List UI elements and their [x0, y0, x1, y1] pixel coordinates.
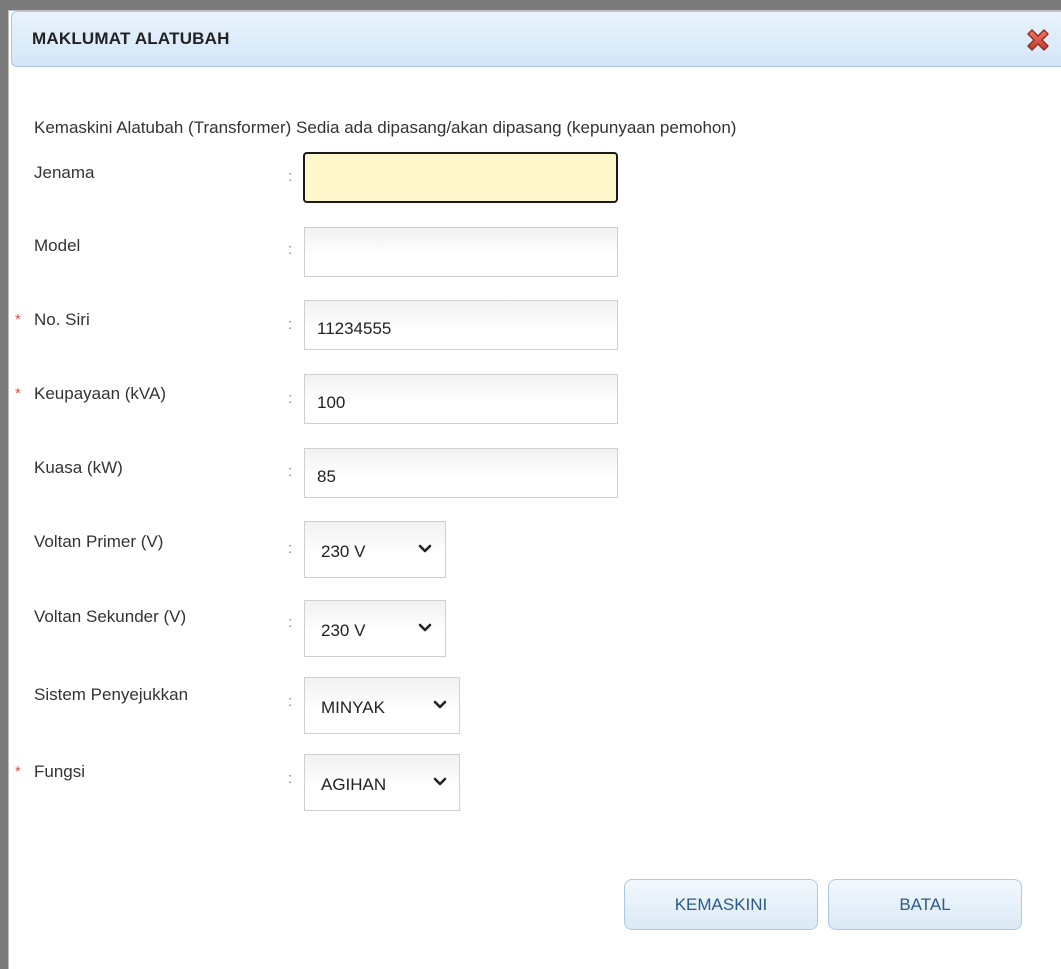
chevron-down-icon: [418, 544, 432, 553]
colon: :: [288, 693, 293, 710]
colon: :: [288, 316, 293, 333]
chevron-down-icon: [418, 623, 432, 632]
chevron-down-icon: [433, 700, 447, 709]
intro-text: Kemaskini Alatubah (Transformer) Sedia a…: [34, 118, 737, 137]
required-marker: *: [15, 311, 21, 328]
batal-button[interactable]: BATAL: [828, 879, 1022, 930]
colon: :: [288, 390, 293, 407]
colon: :: [288, 168, 293, 185]
select-value: AGIHAN: [321, 775, 387, 794]
required-marker: *: [15, 763, 21, 780]
voltan-primer-select[interactable]: 230 V: [304, 521, 446, 578]
colon: :: [288, 540, 293, 557]
colon: :: [288, 770, 293, 787]
select-value: MINYAK: [321, 698, 385, 717]
keupayaan-input[interactable]: [304, 374, 618, 424]
label-model: Model: [34, 236, 81, 255]
label-no-siri: No. Siri: [34, 310, 90, 329]
close-x-icon[interactable]: [1023, 25, 1053, 55]
colon: :: [288, 463, 293, 480]
label-fungsi: Fungsi: [34, 762, 86, 781]
label-jenama: Jenama: [34, 163, 95, 182]
kuasa-input[interactable]: [304, 448, 618, 498]
fungsi-select[interactable]: AGIHAN: [304, 754, 460, 811]
label-kuasa: Kuasa (kW): [34, 458, 123, 477]
label-voltan-sekunder: Voltan Sekunder (V): [34, 607, 187, 626]
select-value: 230 V: [321, 621, 366, 640]
chevron-down-icon: [433, 777, 447, 786]
jenama-input[interactable]: [303, 152, 618, 203]
label-sistem-penyejukkan: Sistem Penyejukkan: [34, 685, 189, 704]
label-keupayaan: Keupayaan (kVA): [34, 384, 166, 403]
select-value: 230 V: [321, 542, 366, 561]
sistem-penyejukkan-select[interactable]: MINYAK: [304, 677, 460, 734]
colon: :: [288, 241, 293, 258]
colon: :: [288, 614, 293, 631]
label-voltan-primer: Voltan Primer (V): [34, 532, 164, 551]
dialog-title: MAKLUMAT ALATUBAH: [32, 29, 230, 48]
no-siri-input[interactable]: [304, 300, 618, 350]
required-marker: *: [15, 385, 21, 402]
dialog-title-bar: MAKLUMAT ALATUBAH: [11, 11, 1061, 67]
voltan-sekunder-select[interactable]: 230 V: [304, 600, 446, 657]
model-input[interactable]: [304, 227, 618, 277]
kemaskini-button[interactable]: KEMASKINI: [624, 879, 818, 930]
